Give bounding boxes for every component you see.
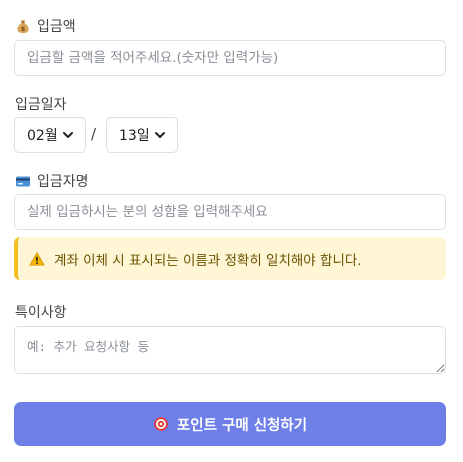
warning-icon [29, 251, 45, 267]
day-select-value: 13일 [119, 128, 150, 144]
depositor-name-input[interactable] [14, 194, 446, 230]
point-purchase-form: $ 입금액 입금일자 02월 / 13일 입금자명 [0, 0, 463, 462]
notice-text: 계좌 이체 시 표시되는 이름과 정확히 일치해야 합니다. [54, 252, 362, 269]
svg-text:$: $ [21, 25, 26, 33]
name-match-notice: 계좌 이체 시 표시되는 이름과 정확히 일치해야 합니다. [14, 237, 446, 280]
special-notes-textarea[interactable] [14, 326, 446, 374]
credit-card-icon [15, 173, 31, 189]
special-notes-label-text: 특이사항 [15, 305, 67, 321]
deposit-amount-input[interactable] [14, 40, 446, 76]
month-select[interactable]: 02월 [14, 117, 86, 153]
chevron-down-icon [153, 128, 167, 142]
deposit-amount-label-text: 입금액 [37, 19, 76, 35]
chevron-down-icon [61, 128, 75, 142]
submit-button-label: 포인트 구매 신청하기 [176, 417, 308, 434]
target-icon [153, 416, 169, 432]
day-select[interactable]: 13일 [106, 117, 178, 153]
deposit-date-label: 입금일자 [15, 94, 67, 114]
date-separator: / [91, 125, 97, 143]
submit-point-purchase-button[interactable]: 포인트 구매 신청하기 [14, 402, 446, 446]
money-bag-icon: $ [15, 18, 31, 34]
depositor-name-label-text: 입금자명 [37, 174, 89, 190]
depositor-name-label: 입금자명 [15, 171, 89, 191]
deposit-amount-label: $ 입금액 [15, 16, 76, 36]
month-select-value: 02월 [27, 128, 58, 144]
special-notes-label: 특이사항 [15, 302, 67, 322]
deposit-date-label-text: 입금일자 [15, 97, 67, 113]
